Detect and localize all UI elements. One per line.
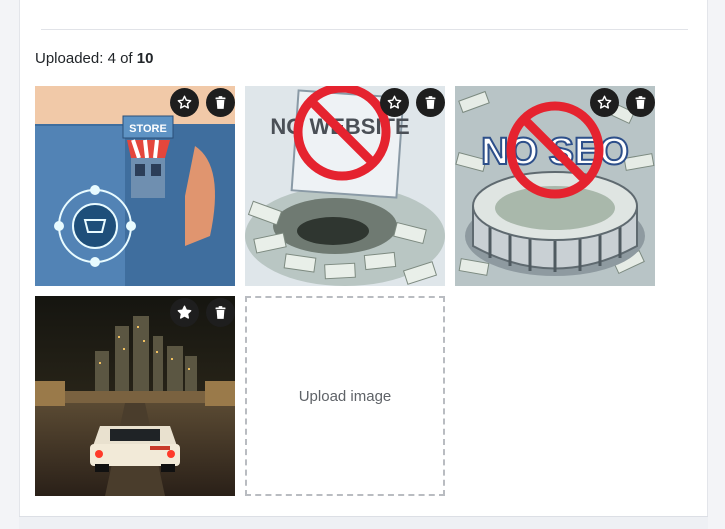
- upload-count: Uploaded: 4 of 10: [35, 50, 154, 67]
- trash-icon: [425, 96, 436, 109]
- uploader-panel: Uploaded: 4 of 10 STORE NO WEBSITE NO SE…: [19, 0, 708, 516]
- favorite-button[interactable]: [170, 298, 199, 327]
- store-jeans-pocket-image: STORE: [35, 86, 235, 286]
- image-tile[interactable]: NO SEO: [455, 86, 655, 286]
- star-icon: [177, 95, 192, 109]
- star-icon: [597, 95, 612, 109]
- delete-button[interactable]: [416, 88, 445, 117]
- image-tile[interactable]: STORE: [35, 86, 235, 286]
- star-icon: [387, 95, 402, 109]
- no-website-money-pit-image: NO WEBSITE: [245, 86, 445, 286]
- image-tile[interactable]: NO WEBSITE: [245, 86, 445, 286]
- delete-button[interactable]: [206, 88, 235, 117]
- night-city-car-image: [35, 296, 235, 496]
- footer-band: [19, 516, 708, 529]
- delete-button[interactable]: [626, 88, 655, 117]
- upload-image-button[interactable]: Upload image: [245, 296, 445, 496]
- favorite-button[interactable]: [380, 88, 409, 117]
- trash-icon: [215, 96, 226, 109]
- favorite-button[interactable]: [590, 88, 619, 117]
- trash-icon: [215, 306, 226, 319]
- upload-image-label: Upload image: [298, 387, 392, 405]
- image-tile[interactable]: [35, 296, 235, 496]
- delete-button[interactable]: [206, 298, 235, 327]
- trash-icon: [635, 96, 646, 109]
- upload-max: 10: [136, 50, 154, 67]
- image-grid: STORE NO WEBSITE NO SEO Upload image: [35, 86, 675, 496]
- star-filled-icon: [177, 305, 192, 319]
- no-seo-money-pit-image: NO SEO: [455, 86, 655, 286]
- favorite-button[interactable]: [170, 88, 199, 117]
- section-divider: [41, 29, 688, 30]
- svg-text:STORE: STORE: [129, 123, 167, 135]
